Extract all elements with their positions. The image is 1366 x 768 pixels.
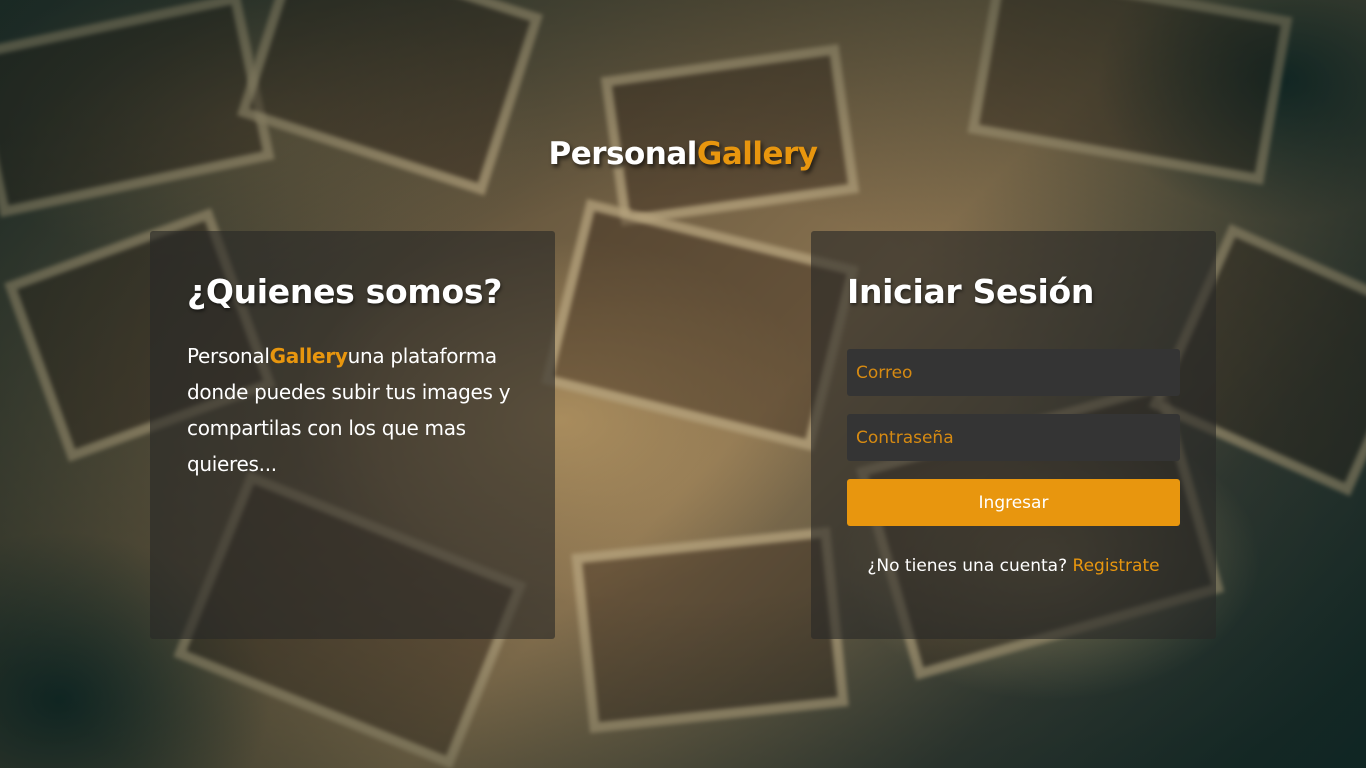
about-title: ¿Quienes somos? bbox=[187, 272, 503, 311]
register-prompt: ¿No tienes una cuenta? Registrate bbox=[847, 556, 1180, 576]
login-button[interactable]: Ingresar bbox=[847, 479, 1180, 526]
login-title: Iniciar Sesión bbox=[847, 272, 1095, 311]
brand-logo-part1: Personal bbox=[548, 136, 697, 172]
no-account-text: ¿No tienes una cuenta? bbox=[867, 556, 1068, 576]
register-link[interactable]: Registrate bbox=[1073, 556, 1160, 576]
about-card: ¿Quienes somos? PersonalGalleryuna plata… bbox=[150, 231, 555, 639]
about-brand-part1: Personal bbox=[187, 344, 270, 368]
password-field[interactable] bbox=[847, 414, 1180, 461]
about-brand-part2: Gallery bbox=[269, 344, 348, 368]
email-field[interactable] bbox=[847, 349, 1180, 396]
about-description: PersonalGalleryuna plataforma donde pued… bbox=[187, 338, 517, 482]
brand-logo-part2: Gallery bbox=[696, 136, 818, 172]
brand-logo: PersonalGallery bbox=[0, 136, 1366, 172]
login-card: Iniciar Sesión Ingresar ¿No tienes una c… bbox=[811, 231, 1216, 639]
